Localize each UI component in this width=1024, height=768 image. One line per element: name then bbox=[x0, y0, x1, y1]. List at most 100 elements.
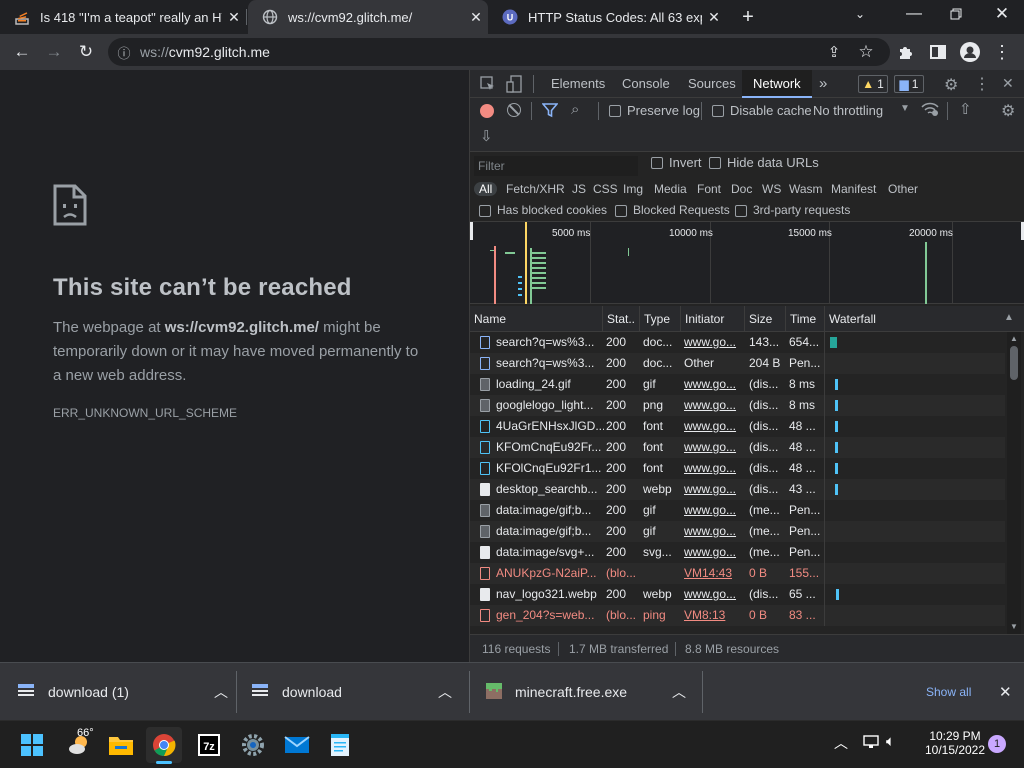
close-devtools-icon[interactable]: ✕ bbox=[1002, 75, 1014, 92]
cell-initiator[interactable]: www.go... bbox=[684, 395, 744, 416]
cell-initiator[interactable]: www.go... bbox=[684, 374, 744, 395]
third-party-checkbox[interactable] bbox=[735, 205, 747, 217]
column-time[interactable]: Time bbox=[785, 306, 824, 332]
import-upload-icon[interactable]: ⇧ bbox=[959, 100, 972, 118]
close-icon[interactable]: ✕ bbox=[702, 9, 726, 26]
file-explorer-icon[interactable] bbox=[103, 727, 139, 763]
settings-gear-icon[interactable]: ⚙ bbox=[944, 75, 958, 95]
download-item[interactable]: minecraft.free.exe ︿ bbox=[486, 663, 686, 721]
tab-status-codes[interactable]: U HTTP Status Codes: All 63 explain ✕ bbox=[488, 0, 726, 34]
scroll-down-arrow-icon[interactable]: ▼ bbox=[1010, 622, 1018, 631]
weather-widget[interactable]: 66° bbox=[60, 727, 100, 763]
devtools-menu-icon[interactable]: ⋮ bbox=[974, 74, 990, 94]
filter-type-js[interactable]: JS bbox=[572, 182, 586, 196]
cell-initiator[interactable]: www.go... bbox=[684, 542, 744, 563]
chevron-up-icon[interactable]: ︿ bbox=[438, 682, 452, 702]
cell-initiator[interactable]: www.go... bbox=[684, 500, 744, 521]
table-scrollbar[interactable]: ▲ ▼ bbox=[1007, 332, 1021, 634]
notepad-icon[interactable] bbox=[322, 727, 358, 763]
clear-icon[interactable] bbox=[507, 103, 521, 117]
table-row[interactable]: search?q=ws%3... 200 doc... www.go... 143...… bbox=[470, 332, 1005, 353]
download-item[interactable]: download ︿ bbox=[252, 663, 452, 721]
more-tabs-button[interactable]: » bbox=[819, 70, 827, 98]
share-icon[interactable]: ⇪ bbox=[820, 38, 848, 66]
filter-type-other[interactable]: Other bbox=[888, 182, 918, 196]
column-type[interactable]: Type bbox=[639, 306, 680, 332]
seven-zip-icon[interactable]: 7z bbox=[191, 727, 227, 763]
scrollbar-thumb[interactable] bbox=[1010, 346, 1018, 380]
cell-initiator[interactable]: www.go... bbox=[684, 584, 744, 605]
hide-data-urls-checkbox[interactable] bbox=[709, 157, 721, 169]
minimize-button[interactable]: — bbox=[900, 0, 928, 28]
throttling-select[interactable]: No throttling bbox=[813, 103, 883, 118]
filter-type-img[interactable]: Img bbox=[623, 182, 643, 196]
filter-type-all[interactable]: All bbox=[474, 182, 498, 196]
filter-type-wasm[interactable]: Wasm bbox=[789, 182, 823, 196]
filter-type-css[interactable]: CSS bbox=[593, 182, 618, 196]
forward-button[interactable]: → bbox=[40, 38, 68, 66]
tab-teapot[interactable]: Is 418 "I'm a teapot" really an HT ✕ bbox=[0, 0, 246, 34]
table-row[interactable]: data:image/gif;b... 200 gif www.go... (me...… bbox=[470, 500, 1005, 521]
chrome-taskbar-icon[interactable] bbox=[146, 727, 182, 764]
chevron-up-icon[interactable]: ︿ bbox=[214, 682, 228, 702]
restore-button[interactable] bbox=[942, 0, 970, 28]
filter-type-font[interactable]: Font bbox=[697, 182, 721, 196]
network-conditions-wifi-icon[interactable] bbox=[921, 101, 939, 120]
warnings-badge[interactable]: ▲ 1 bbox=[858, 75, 888, 93]
table-row[interactable]: search?q=ws%3... 200 doc... Other 204 B Pen..… bbox=[470, 353, 1005, 374]
blocked-requests-checkbox[interactable] bbox=[615, 205, 627, 217]
column-size[interactable]: Size bbox=[744, 306, 785, 332]
side-panel-icon[interactable] bbox=[924, 38, 952, 66]
cell-initiator[interactable]: www.go... bbox=[684, 521, 744, 542]
overview-left-handle[interactable] bbox=[470, 222, 473, 240]
cell-initiator[interactable]: www.go... bbox=[684, 479, 744, 500]
column-initiator[interactable]: Initiator bbox=[680, 306, 744, 332]
filter-type-manifest[interactable]: Manifest bbox=[831, 182, 876, 196]
tab-search-chevron-icon[interactable]: ⌄ bbox=[846, 0, 874, 28]
bookmark-star-icon[interactable]: ☆ bbox=[852, 38, 880, 66]
network-icon[interactable] bbox=[862, 734, 880, 755]
new-tab-button[interactable]: + bbox=[734, 3, 762, 31]
cell-initiator[interactable]: www.go... bbox=[684, 437, 744, 458]
tab-active[interactable]: ws://cvm92.glitch.me/ ✕ bbox=[248, 0, 488, 34]
clock[interactable]: 10:29 PM 10/15/2022 bbox=[922, 729, 988, 757]
download-item[interactable]: download (1) ︿ bbox=[18, 663, 228, 721]
chevron-up-icon[interactable]: ︿ bbox=[834, 733, 848, 753]
cell-initiator[interactable]: VM8:13 bbox=[684, 605, 744, 626]
windows-start-icon[interactable] bbox=[14, 727, 50, 763]
column-name[interactable]: Name bbox=[470, 306, 602, 332]
cell-initiator[interactable]: VM14:43 bbox=[684, 563, 744, 584]
network-overview-timeline[interactable]: 5000 ms 10000 ms 15000 ms 20000 ms bbox=[470, 222, 1024, 304]
info-icon[interactable]: ⓘ bbox=[108, 43, 140, 62]
cell-initiator[interactable]: Other bbox=[684, 353, 744, 374]
tab-elements[interactable]: Elements bbox=[551, 70, 605, 98]
menu-kebab-icon[interactable]: ⋮ bbox=[988, 38, 1016, 66]
filter-type-media[interactable]: Media bbox=[654, 182, 687, 196]
volume-icon[interactable]: 🔈︎ bbox=[886, 733, 895, 750]
profile-avatar-icon[interactable] bbox=[956, 38, 984, 66]
tab-console[interactable]: Console bbox=[622, 70, 670, 98]
device-toolbar-icon[interactable] bbox=[506, 75, 522, 98]
table-row[interactable]: ANUKpzG-N2aiP... (blo... VM14:43 0 B 155... bbox=[470, 563, 1005, 584]
extensions-puzzle-icon[interactable] bbox=[892, 38, 920, 66]
inspect-element-icon[interactable] bbox=[480, 76, 496, 97]
column-status[interactable]: Stat.. bbox=[602, 306, 639, 332]
back-button[interactable]: ← bbox=[8, 38, 36, 66]
tab-sources[interactable]: Sources bbox=[688, 70, 736, 98]
blocked-cookies-checkbox[interactable] bbox=[479, 205, 491, 217]
close-icon[interactable]: ✕ bbox=[464, 9, 488, 26]
table-row[interactable]: gen_204?s=web... (blo... ping VM8:13 0 B 83 .… bbox=[470, 605, 1005, 626]
table-row[interactable]: loading_24.gif 200 gif www.go... (dis... 8 ms bbox=[470, 374, 1005, 395]
cell-initiator[interactable]: www.go... bbox=[684, 458, 744, 479]
table-row[interactable]: data:image/gif;b... 200 gif www.go... (me...… bbox=[470, 521, 1005, 542]
reload-button[interactable]: ↻ bbox=[72, 38, 100, 66]
filter-type-ws[interactable]: WS bbox=[762, 182, 781, 196]
table-row[interactable]: KFOmCnqEu92Fr... 200 font www.go... (dis... 4… bbox=[470, 437, 1005, 458]
cell-initiator[interactable]: www.go... bbox=[684, 332, 744, 353]
table-row[interactable]: desktop_searchb... 200 webp www.go... (dis..… bbox=[470, 479, 1005, 500]
notification-badge[interactable]: 1 bbox=[988, 735, 1006, 753]
filter-type-doc[interactable]: Doc bbox=[731, 182, 752, 196]
filter-type-fetch-xhr[interactable]: Fetch/XHR bbox=[506, 182, 565, 196]
mail-app-icon[interactable] bbox=[279, 727, 315, 763]
show-all-downloads-button[interactable]: Show all bbox=[926, 663, 971, 721]
